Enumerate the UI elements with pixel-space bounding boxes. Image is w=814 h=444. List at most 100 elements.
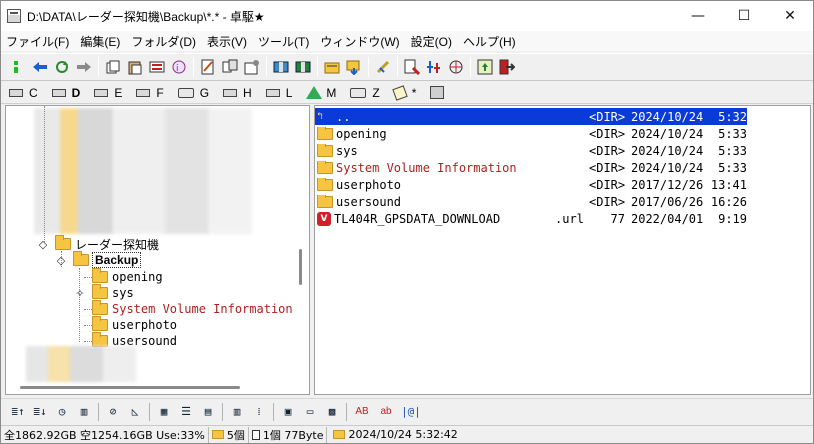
file-row[interactable]: ↰.. <DIR> 2024/10/24 5:32 bbox=[315, 108, 747, 125]
exit-icon[interactable] bbox=[496, 56, 518, 78]
menu-view[interactable]: 表示(V) bbox=[202, 33, 253, 50]
tree-item-sys[interactable]: ✧ sys bbox=[74, 284, 135, 301]
drive-e[interactable]: E bbox=[90, 84, 126, 102]
uppercase-button[interactable]: AB bbox=[350, 402, 374, 422]
file-name-text: opening bbox=[336, 126, 387, 141]
view-large-icon[interactable]: ▦ bbox=[153, 402, 175, 422]
view-list-icon[interactable]: ☰ bbox=[175, 402, 197, 422]
drive-m[interactable]: M bbox=[302, 84, 340, 102]
tree-item-userphoto[interactable]: userphoto bbox=[92, 316, 178, 333]
drive-any[interactable]: * bbox=[390, 84, 421, 102]
network-tools-icon[interactable] bbox=[445, 56, 467, 78]
file-row[interactable]: usersound <DIR> 2017/06/26 16:26 bbox=[315, 193, 747, 210]
sort-name-icon[interactable]: ≣↑ bbox=[7, 402, 29, 422]
folder-icon bbox=[317, 194, 333, 208]
menu-help[interactable]: ヘルプ(H) bbox=[458, 33, 522, 50]
file-row[interactable]: userphoto <DIR> 2017/12/26 13:41 bbox=[315, 176, 747, 193]
sort-time-icon[interactable]: ◷ bbox=[51, 402, 73, 422]
menu-edit[interactable]: 編集(E) bbox=[75, 33, 126, 50]
drive-g[interactable]: G bbox=[174, 84, 213, 102]
status-green-icon[interactable] bbox=[7, 56, 29, 78]
tree-item-opening[interactable]: opening bbox=[92, 268, 164, 285]
file-name-text: TL404R_GPSDATA_DOWNLOAD bbox=[334, 211, 501, 226]
filter-icon[interactable]: ⊘ bbox=[102, 402, 124, 422]
unarchive-icon[interactable] bbox=[292, 56, 314, 78]
drive-f[interactable]: F bbox=[132, 84, 167, 102]
drive-label: H bbox=[243, 85, 252, 100]
menu-settings[interactable]: 設定(O) bbox=[406, 33, 458, 50]
file-time: 5:33 bbox=[718, 160, 747, 175]
menu-folder[interactable]: フォルダ(D) bbox=[126, 33, 202, 50]
unfilter-icon[interactable]: ◺ bbox=[124, 402, 146, 422]
drive-z[interactable]: Z bbox=[346, 84, 383, 102]
delete-icon[interactable] bbox=[146, 56, 168, 78]
multi-tools-icon[interactable] bbox=[423, 56, 445, 78]
sort-size-icon[interactable]: ▥ bbox=[73, 402, 95, 422]
blurred-tree-region bbox=[34, 108, 252, 234]
refresh-icon[interactable] bbox=[51, 56, 73, 78]
expand-icon[interactable]: ◇ bbox=[55, 254, 67, 267]
view-details-icon[interactable]: ▤ bbox=[197, 402, 219, 422]
folder-tree-pane[interactable]: ◇ レーダー探知機 ◇ Backup opening ✧ sys System … bbox=[5, 105, 310, 395]
menu-tools[interactable]: ツール(T) bbox=[253, 33, 315, 50]
edit-icon[interactable] bbox=[197, 56, 219, 78]
drive-c[interactable]: C bbox=[5, 84, 42, 102]
color-icon[interactable]: ▩ bbox=[321, 402, 343, 422]
tree-horizontal-scrollbar[interactable] bbox=[20, 386, 240, 389]
drive-l[interactable]: L bbox=[262, 84, 297, 102]
properties-icon[interactable]: i bbox=[168, 56, 190, 78]
tree-item-backup[interactable]: ◇ Backup bbox=[55, 251, 142, 268]
toolbar-separator bbox=[317, 57, 318, 77]
close-button[interactable]: ✕ bbox=[767, 1, 813, 31]
drive-icon bbox=[51, 88, 66, 97]
menu-window[interactable]: ウィンドウ(W) bbox=[315, 33, 405, 50]
open-folder-icon bbox=[73, 251, 89, 266]
drive-icon bbox=[9, 88, 23, 97]
file-name: V TL404R_GPSDATA_DOWNLOAD bbox=[315, 211, 555, 226]
drive-icon bbox=[265, 88, 280, 97]
file-name-text: .. bbox=[336, 109, 351, 124]
folder-icon bbox=[92, 316, 108, 331]
minimize-button[interactable]: — bbox=[675, 1, 721, 31]
tools-icon[interactable] bbox=[401, 56, 423, 78]
tree-label: opening bbox=[112, 270, 163, 284]
tree-item-system-volume-information[interactable]: System Volume Information bbox=[92, 300, 294, 317]
compare-icon[interactable] bbox=[219, 56, 241, 78]
folder-icon bbox=[317, 160, 333, 174]
open-folder-icon[interactable] bbox=[321, 56, 343, 78]
title-bar[interactable]: D:\DATA\レーダー探知機\Backup\*.* - 卓駆★ — ☐ ✕ bbox=[1, 1, 813, 31]
tree-vertical-scrollbar[interactable] bbox=[299, 249, 302, 285]
expand-plus-icon[interactable]: ✧ bbox=[74, 287, 86, 300]
copy-icon[interactable] bbox=[102, 56, 124, 78]
view-b-icon[interactable]: ⁞ bbox=[248, 402, 270, 422]
lowercase-button[interactable]: ab bbox=[374, 402, 398, 422]
file-row[interactable]: sys <DIR> 2024/10/24 5:33 bbox=[315, 142, 747, 159]
expand-icon[interactable]: ◇ bbox=[37, 238, 49, 251]
move-folder-icon[interactable] bbox=[343, 56, 365, 78]
folder-bar-icon[interactable]: ▭ bbox=[299, 402, 321, 422]
tree-item-radar[interactable]: ◇ レーダー探知機 bbox=[37, 235, 160, 252]
width-button[interactable]: |@| bbox=[398, 402, 424, 422]
file-row[interactable]: System Volume Information <DIR> 2024/10/24… bbox=[315, 159, 747, 176]
sort-ext-icon[interactable]: ≣↓ bbox=[29, 402, 51, 422]
file-date: 2024/10/24 bbox=[631, 160, 704, 175]
file-list-pane[interactable]: ↰.. <DIR> 2024/10/24 5:32 opening <DIR> 2024/1… bbox=[314, 105, 811, 395]
file-row[interactable]: opening <DIR> 2024/10/24 5:33 bbox=[315, 125, 747, 142]
tab-icon[interactable]: ▣ bbox=[277, 402, 299, 422]
file-row[interactable]: V TL404R_GPSDATA_DOWNLOAD .url 77 2022/04/01… bbox=[315, 210, 747, 227]
drive-d[interactable]: D bbox=[48, 84, 85, 102]
menu-file[interactable]: ファイル(F) bbox=[1, 33, 75, 50]
back-arrow-icon[interactable] bbox=[29, 56, 51, 78]
run-icon[interactable] bbox=[474, 56, 496, 78]
paste-icon[interactable] bbox=[124, 56, 146, 78]
search-icon[interactable] bbox=[372, 56, 394, 78]
file-date: 2024/10/24 bbox=[631, 143, 704, 158]
forward-arrow-icon[interactable] bbox=[73, 56, 95, 78]
drive-computer[interactable] bbox=[426, 84, 454, 102]
settings-icon[interactable] bbox=[241, 56, 263, 78]
maximize-button[interactable]: ☐ bbox=[721, 1, 767, 31]
drive-h[interactable]: H bbox=[219, 84, 256, 102]
archive-icon[interactable] bbox=[270, 56, 292, 78]
app-icon[interactable] bbox=[7, 9, 21, 23]
view-a-icon[interactable]: ▥ bbox=[226, 402, 248, 422]
